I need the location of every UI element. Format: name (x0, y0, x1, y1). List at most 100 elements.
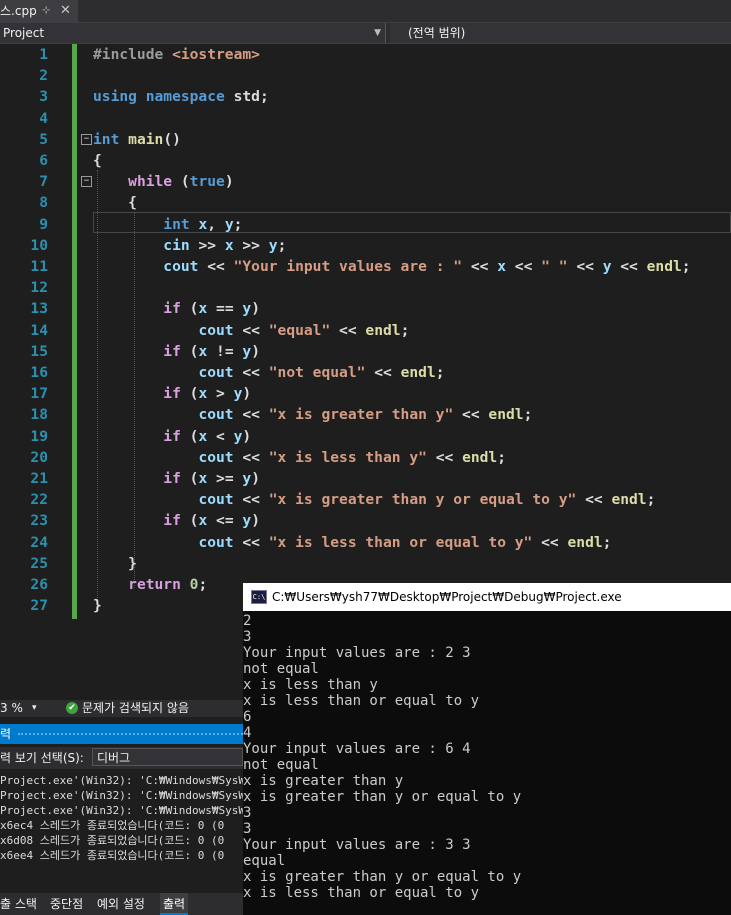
code-line[interactable]: 1 #include <iostream> (0, 44, 731, 65)
line-number: 8 (39, 194, 48, 212)
code-line[interactable]: 9 int x, y; (0, 214, 731, 235)
console-line: not equal (243, 661, 319, 677)
code-line[interactable]: 14 cout << "equal" << endl; (0, 320, 731, 341)
pin-icon[interactable]: ⊹ (42, 0, 50, 22)
code-line[interactable]: 6{ (0, 150, 731, 171)
line-number: 10 (30, 236, 48, 254)
document-tab-bar: 스.cpp ⊹ ✕ (0, 0, 731, 23)
line-number: 6 (39, 152, 48, 169)
tool-window-tab[interactable]: 출 스택 (0, 893, 37, 915)
line-number: 11 (30, 258, 48, 275)
code-line[interactable]: 4 (0, 108, 731, 129)
code-text: cout << "Your input values are : " << x … (163, 258, 691, 275)
code-line[interactable]: 18 cout << "x is greater than y" << endl… (0, 404, 731, 425)
console-title-bar[interactable]: C:\ C:₩Users₩ysh77₩Desktop₩Project₩Debug… (243, 583, 731, 611)
code-text: if (x != y) (163, 342, 260, 360)
line-number: 22 (30, 491, 48, 509)
code-line[interactable]: 12 (0, 277, 731, 298)
console-line: 4 (243, 725, 252, 741)
code-line[interactable]: 20 cout << "x is less than y" << endl; (0, 447, 731, 468)
code-line[interactable]: 2 (0, 65, 731, 86)
tool-window-tabs: 출 스택 중단점 예외 설정 출력 (0, 893, 243, 915)
code-line[interactable]: 5 − int main() (0, 129, 731, 150)
code-text: if (x >= y) (163, 470, 260, 487)
chevron-down-icon[interactable]: ▾ (32, 700, 37, 717)
line-number: 20 (30, 448, 48, 466)
output-line: x6d08 스레드가 종료되었습니다(코드: 0 (0 (0, 834, 225, 847)
console-app-icon: C:\ (251, 590, 267, 604)
tool-window-tab[interactable]: 중단점 (50, 893, 83, 915)
drag-handle[interactable] (18, 733, 243, 737)
code-text: } (93, 554, 137, 572)
close-icon[interactable]: ✕ (60, 0, 71, 22)
code-line[interactable]: 25 } (0, 553, 731, 574)
line-number: 21 (30, 470, 48, 487)
code-line[interactable]: 3 using namespace std; (0, 86, 731, 107)
line-number: 13 (30, 300, 48, 318)
code-line[interactable]: 7 − while (true) (0, 171, 731, 192)
project-dropdown-label: Project (3, 26, 45, 40)
line-number: 23 (30, 512, 48, 530)
code-text: if (x == y) (163, 300, 260, 318)
code-text: cout << "x is greater than y" << endl; (198, 406, 533, 424)
code-text: } (93, 597, 102, 615)
line-number: 26 (30, 576, 48, 593)
line-number: 12 (30, 279, 48, 297)
code-line[interactable]: 23 if (x <= y) (0, 510, 731, 531)
code-text: if (x < y) (163, 427, 252, 445)
line-number: 15 (30, 342, 48, 360)
line-number: 3 (39, 88, 48, 106)
output-line: Project.exe'(Win32): 'C:₩Windows₩SysWOW6 (0, 789, 265, 802)
code-line[interactable]: 22 cout << "x is greater than y or equal… (0, 489, 731, 510)
code-line[interactable]: 19 if (x < y) (0, 426, 731, 447)
output-panel-title: 력 (0, 727, 12, 741)
navigation-bar: Project ▼ (전역 범위) (0, 23, 731, 44)
line-number: 14 (30, 321, 48, 339)
code-line[interactable]: 11 cout << "Your input values are : " <<… (0, 256, 731, 277)
code-text: cout << "equal" << endl; (198, 321, 410, 339)
code-line[interactable]: 24 cout << "x is less than or equal to y… (0, 532, 731, 553)
project-dropdown[interactable]: Project ▼ (0, 23, 386, 43)
console-line: Your input values are : 2 3 (243, 645, 471, 661)
line-number: 5 (39, 130, 48, 148)
zoom-level[interactable]: 3 % (0, 700, 23, 717)
code-text: if (x > y) (163, 385, 252, 403)
code-line[interactable]: 16 cout << "not equal" << endl; (0, 362, 731, 383)
scope-dropdown-label: (전역 범위) (408, 26, 466, 40)
line-number: 7 (39, 173, 48, 191)
scope-dropdown[interactable]: (전역 범위) (390, 23, 731, 43)
output-source-dropdown[interactable]: 디버그 (92, 748, 243, 766)
code-line[interactable]: 8 { (0, 192, 731, 213)
console-line: x is less than or equal to y (243, 885, 480, 901)
code-line[interactable]: 21 if (x >= y) (0, 468, 731, 489)
console-line: x is less than y (243, 677, 378, 693)
console-window[interactable]: C:\ C:₩Users₩ysh77₩Desktop₩Project₩Debug… (243, 583, 731, 915)
code-text: return 0; (128, 576, 208, 593)
output-source-label: 력 보기 선택(S): (0, 751, 84, 765)
code-text: cout << "not equal" << endl; (198, 364, 445, 381)
collapse-icon[interactable]: − (81, 133, 92, 145)
collapse-icon[interactable]: − (81, 176, 92, 188)
check-icon: ✔ (66, 702, 78, 714)
code-line[interactable]: 10 cin >> x >> y; (0, 235, 731, 256)
document-tab[interactable]: 스.cpp ⊹ ✕ (0, 0, 78, 22)
code-text: int x, y; (163, 215, 243, 233)
console-line: 3 (243, 821, 252, 837)
code-text: using namespace std; (93, 88, 269, 106)
editor-status-bar: 3 % ▾ ✔ 문제가 검색되지 않음 (0, 700, 243, 717)
code-line[interactable]: 17 if (x > y) (0, 383, 731, 404)
issues-status[interactable]: 문제가 검색되지 않음 (82, 700, 189, 717)
tool-window-tab[interactable]: 출력 (160, 893, 189, 915)
code-text: int main() (93, 130, 181, 148)
tool-window-tab[interactable]: 예외 설정 (97, 893, 145, 915)
code-line[interactable]: 13 if (x == y) (0, 298, 731, 319)
code-line[interactable]: 15 if (x != y) (0, 341, 731, 362)
code-text: #include <iostream> (93, 46, 260, 63)
line-number: 27 (30, 597, 48, 615)
output-panel-header: 력 (0, 724, 243, 744)
code-text: cin >> x >> y; (163, 236, 287, 254)
code-text: { (93, 152, 102, 169)
console-line: 2 (243, 613, 252, 629)
console-line: x is greater than y or equal to y (243, 789, 522, 805)
output-text[interactable]: Project.exe'(Win32): 'C:₩Windows₩SysWOW6… (0, 770, 265, 890)
